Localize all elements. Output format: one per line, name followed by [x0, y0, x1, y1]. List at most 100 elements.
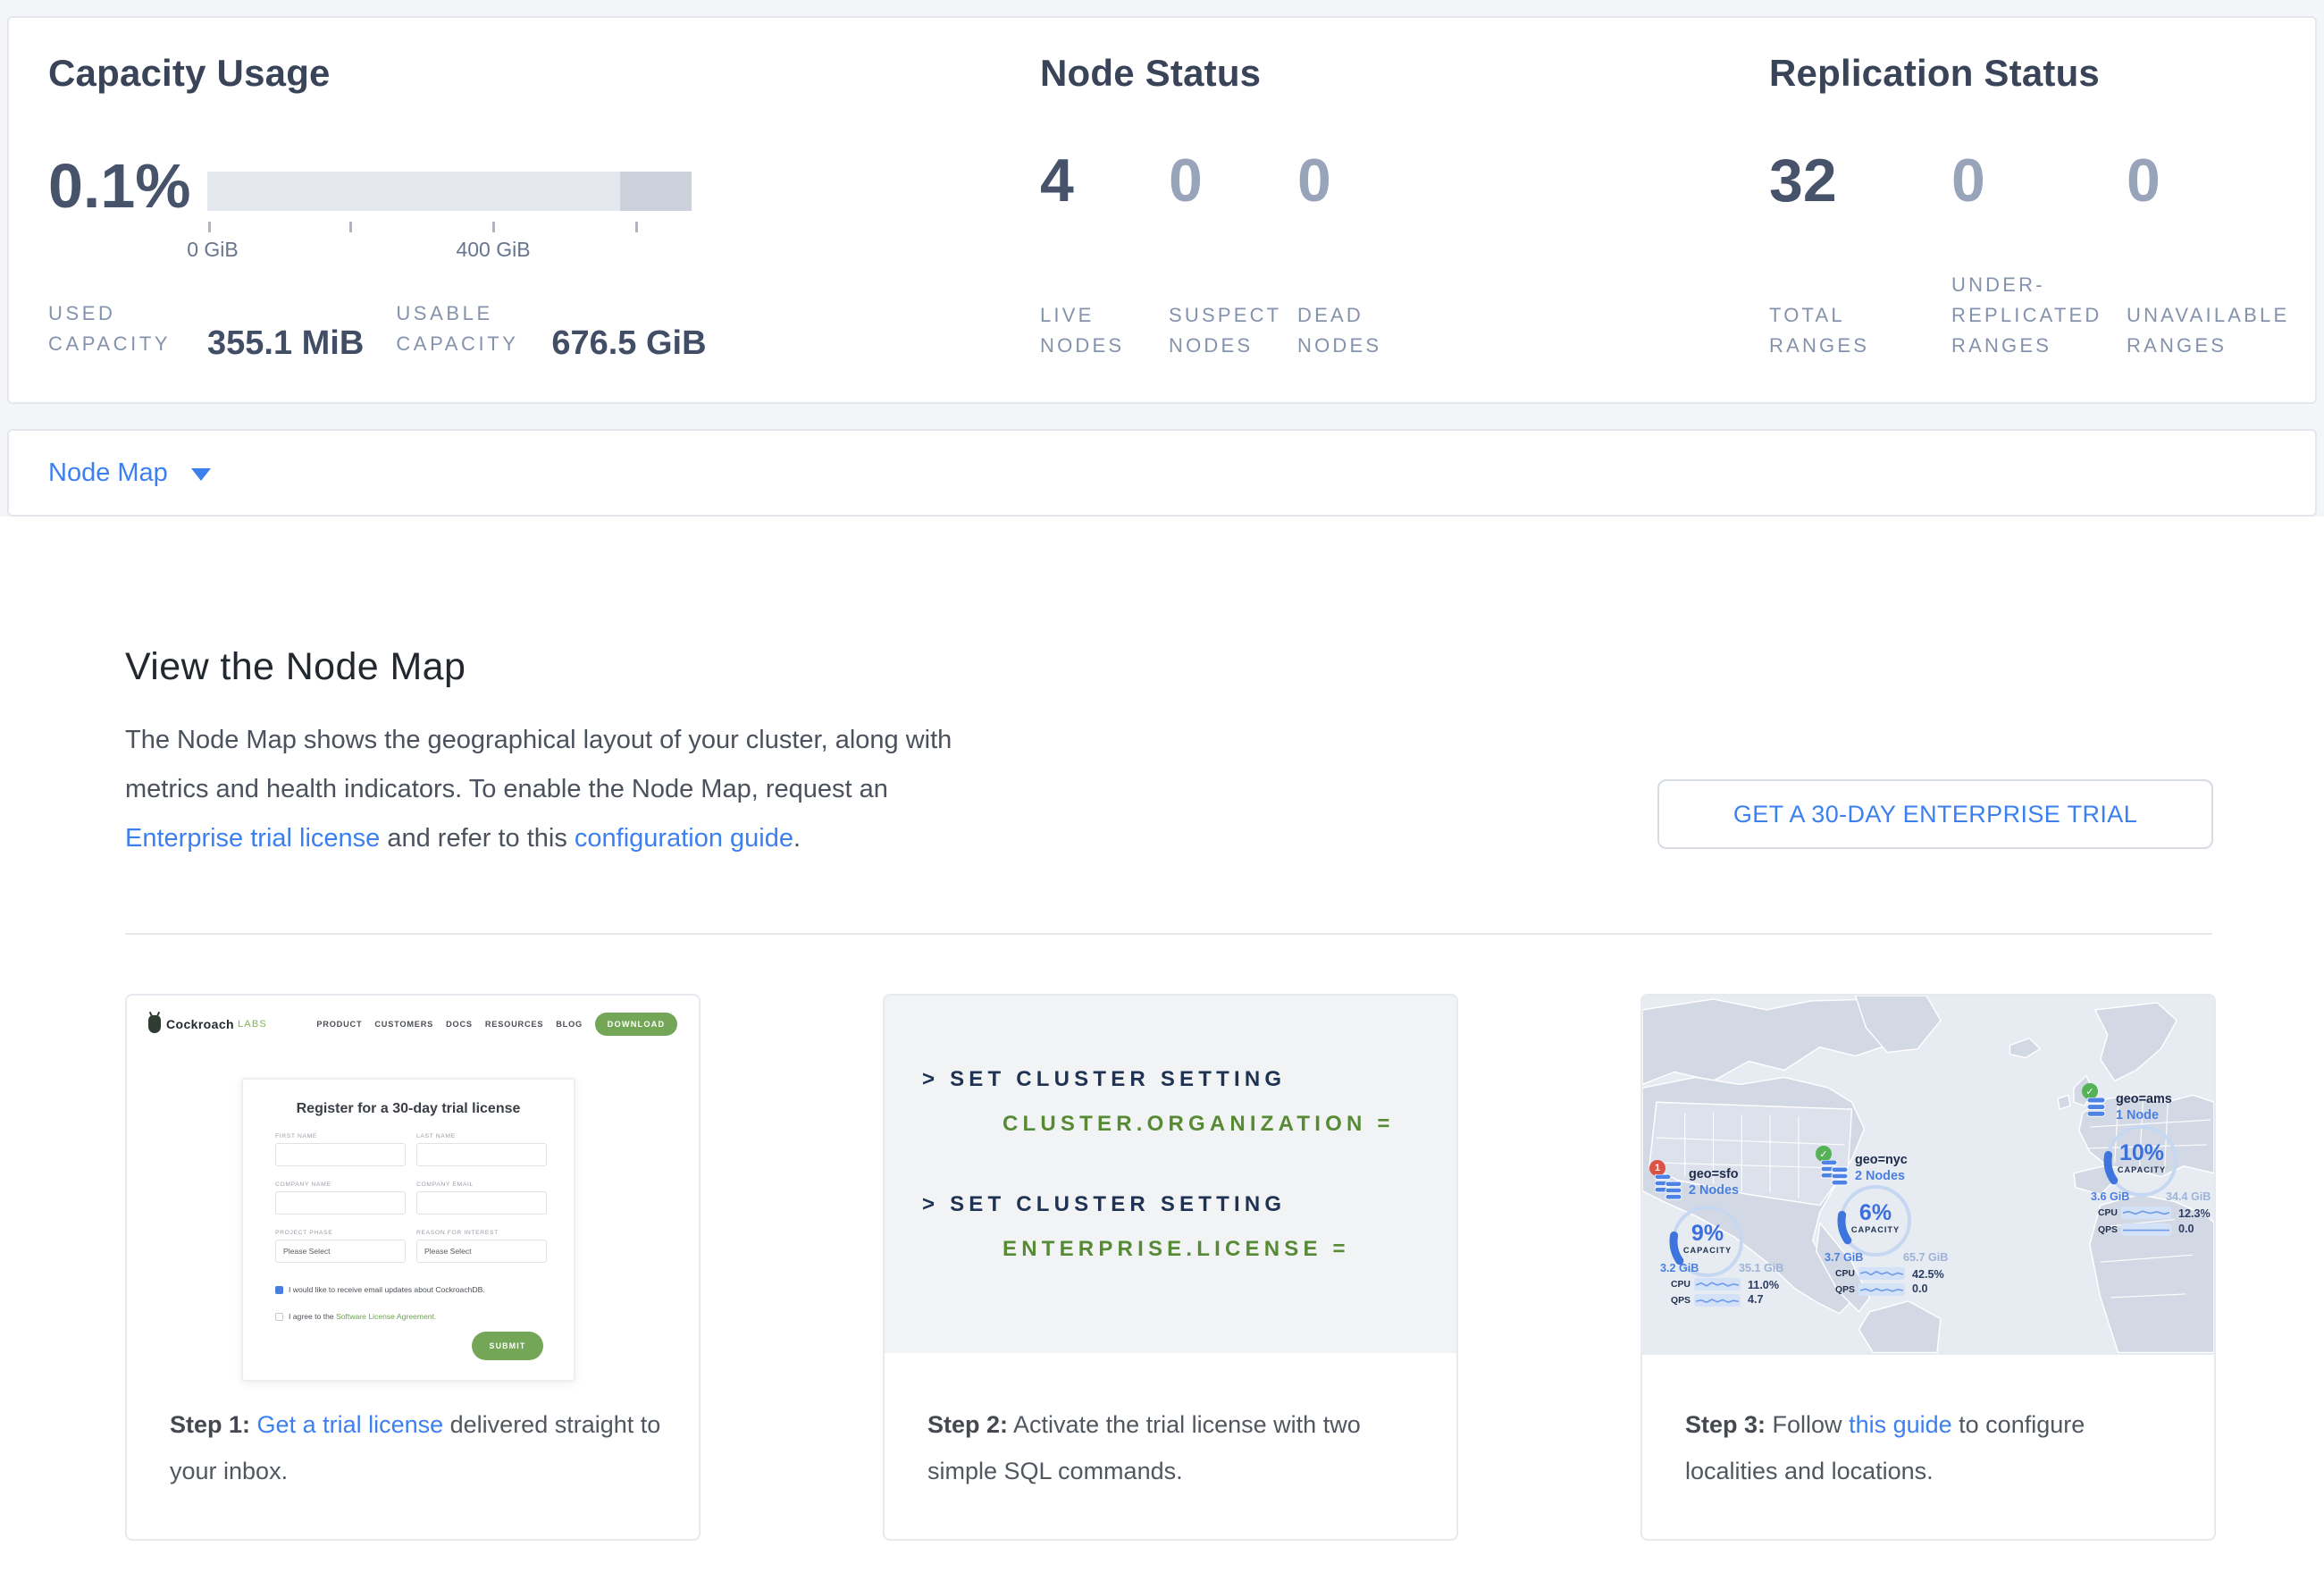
capacity-percent: 0.1%: [48, 150, 191, 222]
submit-button: SUBMIT: [472, 1332, 543, 1360]
brand-text: Cockroach: [166, 1017, 234, 1031]
qps-label: QPS: [1835, 1285, 1855, 1295]
qps-label: QPS: [2098, 1225, 2118, 1235]
db-stack-icon: [1655, 1174, 1685, 1201]
select-value: Please Select: [275, 1240, 406, 1263]
intro-text-part: .: [793, 824, 801, 853]
step-1-label: Step 1:: [170, 1411, 250, 1438]
step-card-1: Cockroach LABS PRODUCT CUSTOMERS DOCS RE…: [125, 994, 701, 1541]
capacity-total-gib: 35.1 GiB: [1739, 1262, 1783, 1274]
cpu-sparkline: [2121, 1206, 2171, 1219]
top-zone: Capacity Usage 0.1% 0 GiB 400 GiB USED C…: [0, 0, 2324, 517]
capacity-used-gib: 3.7 GiB: [1825, 1251, 1863, 1264]
metric-dead-nodes: 0 DEAD NODES: [1297, 147, 1426, 402]
locality-node-count: 1 Node: [2116, 1108, 2159, 1122]
trial-form-title: Register for a 30-day trial license: [243, 1101, 574, 1117]
locality-name: geo=ams: [2116, 1092, 2172, 1106]
dead-nodes-value: 0: [1297, 147, 1426, 214]
metric-live-nodes: 4 LIVE NODES: [1040, 147, 1169, 402]
agree-label: I agree to the Software License Agreemen…: [289, 1312, 436, 1321]
brand-suffix-text: LABS: [238, 1019, 267, 1030]
agree-checkbox-row: I agree to the Software License Agreemen…: [275, 1312, 436, 1321]
sla-link: Software License Agreement.: [336, 1312, 436, 1321]
qps-value: 0.0: [1912, 1282, 1928, 1295]
site-nav-item-customers: CUSTOMERS: [374, 1020, 433, 1029]
used-capacity-value: 355.1 MiB: [207, 324, 364, 363]
last-name-field: LAST NAME: [416, 1133, 547, 1166]
cluster-overview-page: Capacity Usage 0.1% 0 GiB 400 GiB USED C…: [0, 0, 2324, 1589]
first-name-field: FIRST NAME: [275, 1133, 406, 1166]
total-ranges-value: 32: [1769, 147, 1951, 214]
intro-text: The Node Map shows the geographical layo…: [125, 716, 1013, 863]
node-map-dropdown-label[interactable]: Node Map: [48, 458, 168, 488]
site-nav-item-product: PRODUCT: [316, 1020, 362, 1029]
cluster-summary-panel: Capacity Usage 0.1% 0 GiB 400 GiB USED C…: [7, 16, 2317, 404]
capacity-bar: 0 GiB 400 GiB: [207, 172, 692, 211]
sql-statement: > SET CLUSTER SETTING: [922, 1067, 1456, 1092]
capacity-used-gib: 3.2 GiB: [1660, 1262, 1699, 1274]
capacity-total-gib: 65.7 GiB: [1903, 1251, 1948, 1264]
gauge-label: CAPACITY: [1836, 1225, 1915, 1234]
configuration-guide-link[interactable]: configuration guide: [575, 824, 793, 853]
trial-form: Register for a 30-day trial license FIRS…: [241, 1078, 575, 1382]
company-name-field: COMPANY NAME: [275, 1181, 406, 1215]
field-label: COMPANY NAME: [275, 1181, 406, 1188]
optin-checkbox-row: I would like to receive email updates ab…: [275, 1285, 485, 1294]
field-label: FIRST NAME: [275, 1133, 406, 1139]
trial-site-preview: Cockroach LABS PRODUCT CUSTOMERS DOCS RE…: [127, 996, 699, 1392]
chevron-down-icon: [191, 468, 211, 481]
enterprise-trial-button[interactable]: GET A 30-DAY ENTERPRISE TRIAL: [1657, 779, 2213, 849]
cpu-value: 11.0%: [1748, 1279, 1779, 1291]
used-capacity-label: USED CAPACITY: [48, 298, 191, 363]
capacity-axis-label-400: 400 GiB: [456, 238, 530, 262]
live-nodes-label: LIVE NODES: [1040, 300, 1162, 361]
sql-command-1: > SET CLUSTER SETTING CLUSTER.ORGANIZATI…: [922, 1067, 1456, 1137]
field-label: COMPANY EMAIL: [416, 1181, 547, 1188]
locality-name: geo=nyc: [1855, 1153, 1908, 1167]
get-trial-license-link[interactable]: Get a trial license: [257, 1411, 444, 1438]
caption-text: Follow: [1766, 1411, 1849, 1438]
step-2-label: Step 2:: [927, 1411, 1008, 1438]
cpu-sparkline: [1858, 1267, 1905, 1280]
project-phase-select: PROJECT PHASE Please Select: [275, 1230, 406, 1263]
total-ranges-label: TOTAL RANGES: [1769, 300, 1941, 361]
under-replicated-label: UNDER-REPLICATED RANGES: [1951, 270, 2116, 361]
cockroach-logo-icon: [148, 1015, 161, 1033]
capacity-axis-tick: [635, 222, 638, 232]
site-nav-item-docs: DOCS: [446, 1020, 473, 1029]
enterprise-trial-license-link[interactable]: Enterprise trial license: [125, 824, 380, 853]
field-input: [275, 1191, 406, 1215]
cpu-value: 42.5%: [1912, 1268, 1944, 1281]
field-input: [275, 1143, 406, 1166]
metric-suspect-nodes: 0 SUSPECT NODES: [1169, 147, 1297, 402]
sql-command-2: > SET CLUSTER SETTING ENTERPRISE.LICENSE…: [922, 1192, 1456, 1262]
this-guide-link[interactable]: this guide: [1849, 1411, 1952, 1438]
optin-label: I would like to receive email updates ab…: [289, 1285, 485, 1294]
node-map-promo-section: View the Node Map The Node Map shows the…: [0, 645, 2324, 1541]
replication-status-title: Replication Status: [1769, 52, 2100, 95]
intro-text-part: The Node Map shows the geographical layo…: [125, 726, 952, 803]
section-divider: [125, 933, 2212, 935]
qps-value: 4.7: [1748, 1293, 1764, 1306]
intro-text-part: and refer to this: [380, 824, 575, 853]
trial-site-nav: Cockroach LABS PRODUCT CUSTOMERS DOCS RE…: [148, 1010, 677, 1038]
caption-text: [250, 1411, 257, 1438]
unavailable-label: UNAVAILABLE RANGES: [2127, 300, 2298, 361]
node-status-panel: Node Status 4 LIVE NODES 0 SUSPECT NODES…: [1040, 18, 1630, 402]
dead-nodes-label: DEAD NODES: [1297, 300, 1419, 361]
capacity-axis-tick: [208, 222, 211, 232]
agree-checkbox: [275, 1313, 283, 1321]
gauge-label: CAPACITY: [1668, 1246, 1747, 1255]
site-nav-item-blog: BLOG: [556, 1020, 583, 1029]
locality-node-count: 2 Nodes: [1689, 1183, 1739, 1198]
sql-statement: > SET CLUSTER SETTING: [922, 1192, 1456, 1217]
qps-label: QPS: [1671, 1296, 1691, 1306]
node-map-dropdown[interactable]: Node Map: [7, 429, 2317, 517]
field-input: [416, 1143, 547, 1166]
step-1-caption: Step 1: Get a trial license delivered st…: [170, 1401, 667, 1494]
node-status-metrics: 4 LIVE NODES 0 SUSPECT NODES 0 DEAD NODE…: [1040, 147, 1426, 402]
capacity-usage-title: Capacity Usage: [48, 52, 331, 95]
usable-capacity-value: 676.5 GiB: [551, 324, 706, 363]
step-card-2: > SET CLUSTER SETTING CLUSTER.ORGANIZATI…: [883, 994, 1458, 1541]
suspect-nodes-label: SUSPECT NODES: [1169, 300, 1290, 361]
